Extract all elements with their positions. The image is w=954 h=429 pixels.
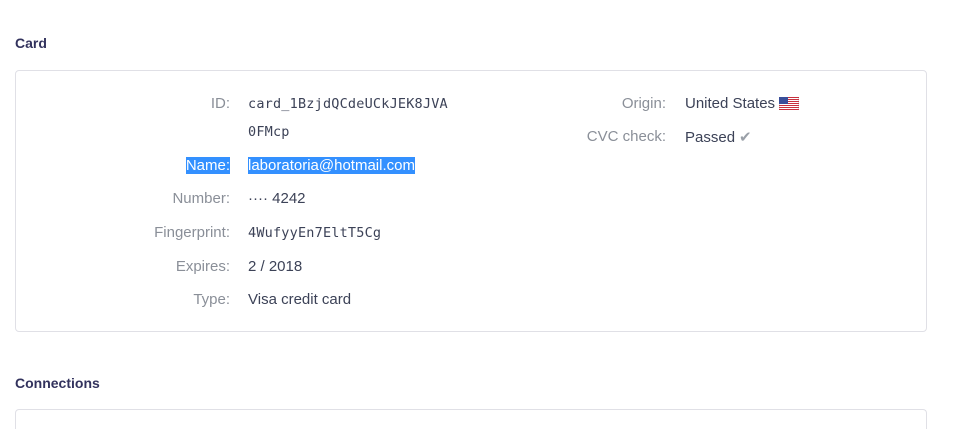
fingerprint-value: 4WufyyEn7EltT5Cg	[248, 225, 382, 241]
card-number-value: ···· 4242	[248, 190, 306, 207]
connections-panel	[15, 409, 927, 429]
origin-value: United States	[685, 95, 800, 114]
expires-label: Expires:	[175, 258, 230, 275]
id-label: ID:	[210, 95, 230, 112]
email-value-text: laboratoria@hotmail.com	[248, 157, 415, 174]
card-id-value-line1: card_1BzjdQCdeUCkJEK8JVA	[248, 96, 448, 112]
fingerprint-label: Fingerprint:	[154, 224, 230, 241]
cvc-status-text: Passed	[685, 129, 736, 146]
number-label: Number:	[172, 190, 230, 207]
origin-label: Origin:	[621, 95, 666, 112]
name-label: Name:	[185, 157, 230, 174]
name-label-text: Name:	[185, 157, 230, 174]
checkmark-icon: ✔	[739, 129, 752, 146]
type-value: Visa credit card	[248, 291, 352, 308]
connections-section-title: Connections	[15, 375, 100, 391]
expires-value: 2 / 2018	[248, 258, 303, 275]
type-label: Type:	[193, 291, 230, 308]
card-id-value-line2: 0FMcp	[248, 124, 290, 140]
card-section-title: Card	[15, 35, 47, 51]
name-value: laboratoria@hotmail.com	[248, 157, 415, 174]
origin-country-text: United States	[685, 95, 776, 112]
cvc-check-label: CVC check:	[586, 128, 666, 145]
us-flag-icon	[778, 96, 800, 114]
cvc-check-value: Passed ✔	[685, 128, 752, 146]
